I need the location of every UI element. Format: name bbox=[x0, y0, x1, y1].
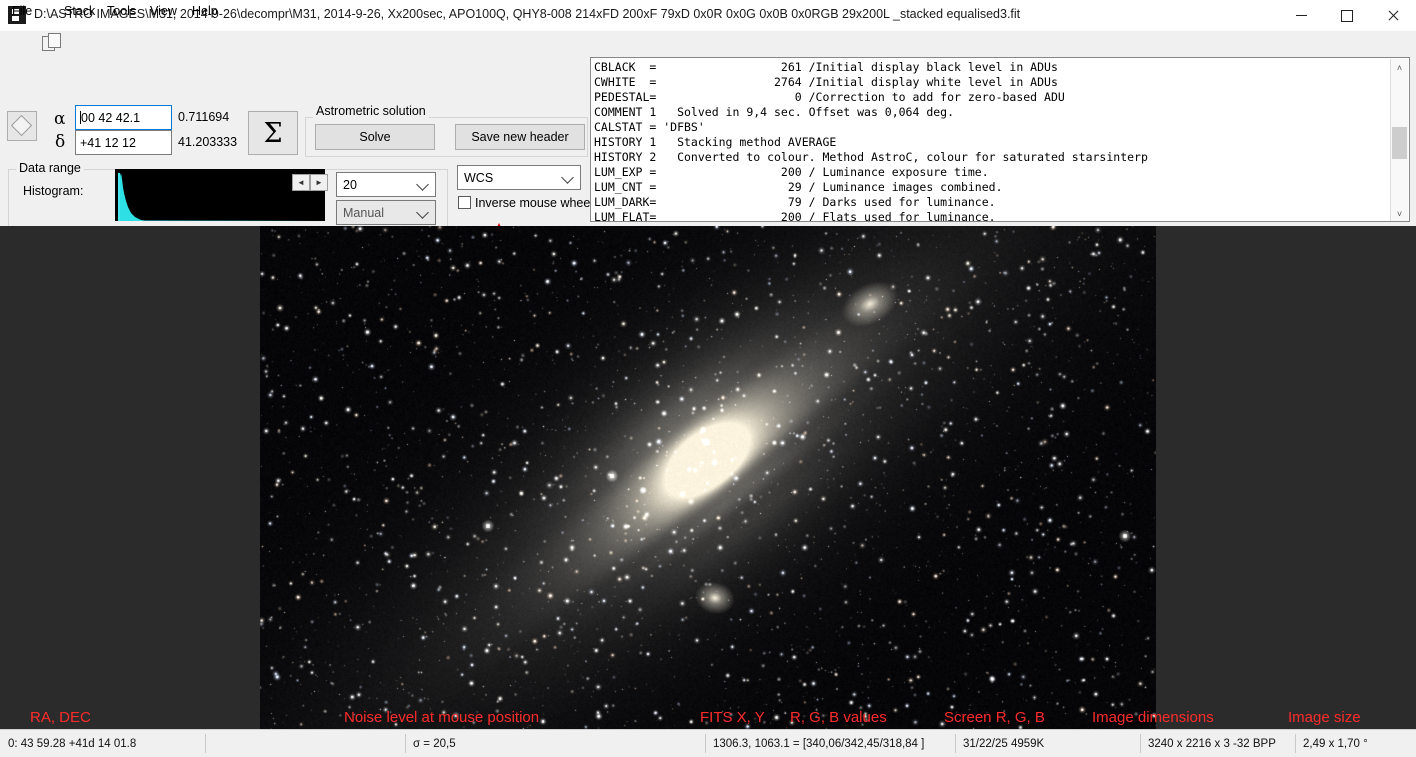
chevron-down-icon bbox=[416, 178, 429, 191]
chevron-down-icon bbox=[416, 206, 429, 219]
fits-header-scrollbar[interactable]: ˄ ˅ bbox=[1390, 59, 1408, 221]
menu-bar bbox=[0, 31, 1416, 53]
menu-tools[interactable]: Tools bbox=[103, 3, 140, 19]
status-cell: 2,49 x 1,70 ° bbox=[1303, 737, 1368, 750]
status-cell: 3240 x 2216 x 3 -32 BPP bbox=[1148, 737, 1276, 750]
fits-header-panel[interactable]: CBLACK = 261 /Initial display black leve… bbox=[590, 57, 1410, 222]
dec-input[interactable]: +41 12 12 bbox=[75, 130, 172, 155]
ra-value: 00 42 42.1 bbox=[81, 111, 141, 125]
astrometric-solution-title: Astrometric solution bbox=[313, 104, 429, 118]
status-divider bbox=[705, 734, 706, 753]
alpha-symbol: α bbox=[54, 109, 66, 129]
maximize-icon bbox=[1341, 9, 1353, 22]
status-bar: 0: 43 59.28 +41d 14 01.8 σ = 20,5 1306.3, … bbox=[0, 729, 1416, 757]
stretch-mode-select[interactable]: Manual bbox=[336, 200, 436, 225]
astro-app-window: D:\ASTRO IMAGES\M31, 2014-9-26\decompr\M… bbox=[0, 0, 1416, 757]
save-new-header-button[interactable]: Save new header bbox=[455, 124, 585, 150]
image-canvas-container[interactable] bbox=[260, 226, 1156, 729]
menu-view[interactable]: View bbox=[146, 3, 181, 19]
sigma-button[interactable]: Σ bbox=[248, 111, 298, 155]
status-cell: 31/22/25 4959K bbox=[963, 737, 1045, 750]
chevron-down-icon bbox=[561, 171, 574, 184]
status-divider bbox=[1140, 734, 1141, 753]
histogram-bins-value: 20 bbox=[343, 177, 357, 192]
diamond-toggle-icon[interactable] bbox=[7, 111, 37, 141]
histogram-label: Histogram: bbox=[23, 184, 84, 198]
stretch-mode-value: Manual bbox=[343, 205, 384, 220]
inverse-mouse-wheel-checkbox[interactable] bbox=[458, 196, 471, 209]
wcs-value: WCS bbox=[464, 170, 494, 185]
menu-stack[interactable]: Stack bbox=[60, 3, 99, 19]
menu-help[interactable]: Help bbox=[188, 3, 222, 19]
window-title: D:\ASTRO IMAGES\M31, 2014-9-26\decompr\M… bbox=[34, 7, 1021, 21]
dec-decimal-value: 41.203333 bbox=[178, 135, 238, 149]
wcs-select[interactable]: WCS bbox=[457, 165, 581, 190]
overlay-label: Screen R, G, B bbox=[944, 709, 1045, 726]
histogram-spin-left[interactable]: ◄ bbox=[292, 174, 310, 191]
delta-symbol: δ bbox=[55, 132, 66, 152]
astro-image-canvas[interactable] bbox=[260, 226, 1156, 729]
data-range-title: Data range bbox=[16, 161, 84, 175]
histogram-spin-right[interactable]: ► bbox=[310, 174, 328, 191]
scroll-down-icon[interactable]: ˅ bbox=[1391, 205, 1408, 221]
scroll-up-icon[interactable]: ˄ bbox=[1391, 59, 1408, 76]
status-divider bbox=[1295, 734, 1296, 753]
minimize-icon bbox=[1295, 15, 1307, 16]
status-cell: σ = 20,5 bbox=[413, 737, 456, 750]
stack-pages-icon[interactable] bbox=[42, 33, 64, 51]
ra-input[interactable]: 00 42 42.1 bbox=[75, 105, 172, 130]
minimize-button[interactable] bbox=[1278, 0, 1324, 31]
window-controls bbox=[1278, 0, 1416, 31]
status-divider bbox=[205, 734, 206, 753]
fits-header-text: CBLACK = 261 /Initial display black leve… bbox=[594, 60, 1148, 222]
status-divider bbox=[955, 734, 956, 753]
image-viewer[interactable] bbox=[0, 226, 1416, 729]
menu-file[interactable]: File bbox=[8, 3, 36, 19]
status-cell bbox=[205, 730, 405, 757]
histogram-bins-select[interactable]: 20 bbox=[336, 172, 436, 197]
status-divider bbox=[405, 734, 406, 753]
overlay-label: FITS X, Y bbox=[700, 709, 765, 726]
scrollbar-thumb[interactable] bbox=[1392, 127, 1407, 159]
status-cell: 0: 43 59.28 +41d 14 01.8 bbox=[8, 737, 137, 750]
overlay-label: Image dimensions bbox=[1092, 709, 1214, 726]
solve-button[interactable]: Solve bbox=[315, 124, 435, 150]
inverse-mouse-wheel-label: Inverse mouse wheel bbox=[475, 196, 594, 210]
close-button[interactable] bbox=[1370, 0, 1416, 31]
dec-value: +41 12 12 bbox=[80, 136, 136, 150]
overlay-label: Image size bbox=[1288, 709, 1361, 726]
status-cell: 1306.3, 1063.1 = [340,06/342,45/318,84 ] bbox=[713, 737, 925, 750]
close-icon bbox=[1387, 10, 1399, 22]
overlay-label: R, G, B values bbox=[790, 709, 887, 726]
overlay-label: RA, DEC bbox=[30, 709, 91, 726]
maximize-button[interactable] bbox=[1324, 0, 1370, 31]
ra-decimal-value: 0.711694 bbox=[178, 110, 230, 124]
overlay-label: Noise level at mouse position bbox=[344, 709, 540, 726]
